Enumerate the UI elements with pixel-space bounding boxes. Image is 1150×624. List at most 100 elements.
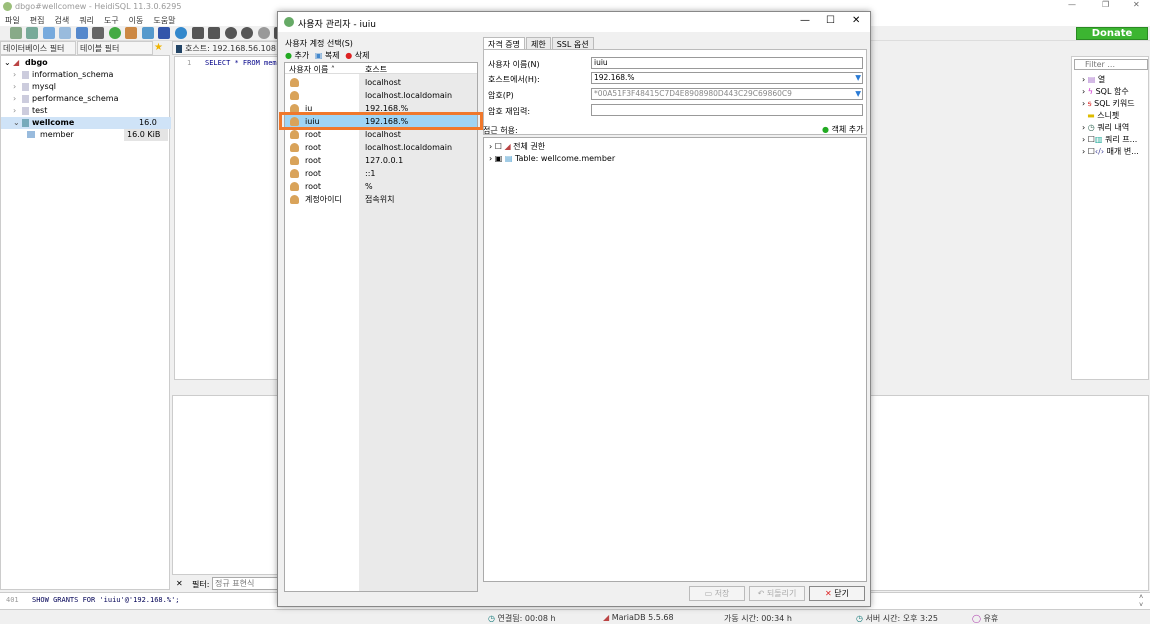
database-icon (22, 95, 29, 103)
dialog-close-icon[interactable]: ✕ (852, 15, 860, 26)
user-row[interactable]: localhost (285, 76, 477, 89)
host-tab[interactable]: 호스트: 192.168.56.108 (172, 41, 280, 55)
menu-file[interactable]: 파일 (0, 13, 25, 26)
helper-sql-functions[interactable]: › ϟ SQL 함수 (1082, 86, 1129, 97)
filter-input[interactable]: 정규 표현식 (212, 577, 278, 590)
user-row[interactable]: 계정아이디 접속위치 (285, 193, 477, 206)
revert-button[interactable]: ↶ 되돌리기 (749, 586, 805, 601)
app-icon (3, 2, 12, 11)
favorite-star-icon[interactable]: ★ (154, 42, 163, 53)
dialog-minimize-icon[interactable]: — (800, 15, 810, 26)
first-icon[interactable] (191, 27, 204, 39)
password-field[interactable]: *00A51F3F48415C7D4E8908980D443C29C69860C… (591, 88, 863, 100)
delete-icon: ● (345, 51, 353, 60)
helper-query-profile[interactable]: › ☐▥ 쿼리 프... (1082, 134, 1137, 145)
user-list[interactable]: 사용자 이름 ˄ 호스트 localhost localhost.localdo… (279, 62, 483, 592)
undo-icon[interactable] (75, 27, 88, 39)
close-filter-icon[interactable]: ✕ (176, 579, 183, 588)
bulk-icon[interactable] (158, 27, 171, 39)
user-row[interactable]: localhost.localdomain (285, 89, 477, 102)
host-icon (176, 44, 182, 53)
refresh-icon[interactable] (108, 27, 121, 39)
helper-sql-keywords[interactable]: › ꟊ SQL 키워드 (1082, 98, 1135, 109)
dialog-maximize-icon[interactable]: ☐ (826, 15, 835, 26)
helper-columns[interactable]: › ▤ 열 (1082, 74, 1105, 85)
menu-goto[interactable]: 이동 (124, 13, 149, 26)
save-button[interactable]: ▭ 저장 (689, 586, 745, 601)
paste-icon[interactable] (59, 27, 72, 39)
privilege-table-member[interactable]: › ▣ ▤ Table: wellcome.member (489, 154, 615, 163)
user-manager-dialog: 사용자 관리자 - iuiu — ☐ ✕ 사용자 계정 선택(S) ● 추가 ▣… (277, 11, 871, 607)
help-icon[interactable] (175, 27, 188, 39)
add-user-button[interactable]: ● 추가 (285, 51, 309, 60)
helper-query-history[interactable]: › ◷ 쿼리 내역 (1082, 122, 1129, 133)
tree-node-dbgo[interactable]: ⌄ ◢ dbgo (1, 57, 171, 69)
menu-help[interactable]: 도움말 (148, 13, 180, 26)
col-host-header[interactable]: 호스트 (365, 64, 387, 75)
chevron-down-icon: ▼ (855, 89, 861, 98)
circle-icon: ◯ (972, 614, 981, 623)
database-tree[interactable]: ⌄ ◢ dbgo › information_schema › mysql › perfo… (0, 55, 171, 590)
delete-user-button[interactable]: ● 삭제 (345, 51, 369, 60)
user-row[interactable]: root 127.0.0.1 (285, 154, 477, 167)
minimize-icon[interactable]: — (1068, 0, 1076, 9)
log-line-text: SHOW GRANTS FOR 'iuiu'@'192.168.%'; (32, 596, 180, 604)
close-button[interactable]: ✕ 닫기 (809, 586, 865, 601)
helper-filter-input[interactable]: Filter ... (1074, 59, 1148, 70)
menu-search[interactable]: 검색 (49, 13, 74, 26)
post-icon[interactable] (257, 27, 270, 39)
print-icon[interactable] (92, 27, 105, 39)
table-filter-tab[interactable]: 테이블 필터 (77, 41, 153, 55)
menu-edit[interactable]: 편집 (25, 13, 50, 26)
helper-snippets[interactable]: ▬ 스니펫 (1082, 110, 1119, 121)
tree-node-performance-schema[interactable]: › performance_schema (1, 93, 171, 105)
user-row[interactable]: root localhost.localdomain (285, 141, 477, 154)
sql-editor[interactable]: 1 SELECT * FROM mem (174, 56, 278, 380)
user-manager-icon[interactable] (125, 27, 138, 39)
tree-node-information-schema[interactable]: › information_schema (1, 69, 171, 81)
connect-icon[interactable] (9, 27, 22, 39)
helper-panel: Filter ... › ▤ 열 › ϟ SQL 함수 › ꟊ SQL 키워드 … (1071, 56, 1149, 380)
restore-icon[interactable]: ❐ (1102, 0, 1109, 9)
log-line-number: 401 (6, 596, 19, 604)
menu-query[interactable]: 쿼리 (74, 13, 99, 26)
code-icon: ‹/› (1094, 147, 1105, 156)
close-icon: ✕ (825, 589, 832, 598)
user-icon (290, 130, 299, 139)
filter-label: 필터: (192, 580, 210, 589)
result-area (172, 395, 278, 575)
username-field[interactable]: iuiu (591, 57, 863, 69)
export-icon[interactable] (141, 27, 154, 39)
password-repeat-field[interactable] (591, 104, 863, 116)
user-icon (290, 182, 299, 191)
user-icon (290, 78, 299, 87)
privileges-tree[interactable]: › ☐ ◢ 전체 권한 › ▣ ▤ Table: wellcome.member (483, 137, 867, 582)
privilege-all[interactable]: › ☐ ◢ 전체 권한 (489, 141, 545, 152)
close-window-icon[interactable]: ✕ (1133, 0, 1140, 9)
add-icon: ● (822, 125, 829, 134)
helper-parameters[interactable]: › ☐‹/› 매개 변... (1082, 146, 1139, 157)
user-icon (290, 91, 299, 100)
from-host-select[interactable]: 192.168.% ▼ (591, 72, 863, 84)
tree-node-member[interactable]: member 16.0 KiB (1, 129, 171, 141)
disconnect-icon[interactable] (26, 27, 39, 39)
folder-icon: ▬ (1087, 111, 1095, 120)
line-number: 1 (187, 59, 192, 67)
tree-node-mysql[interactable]: › mysql (1, 81, 171, 93)
user-row[interactable]: root% (285, 180, 477, 193)
copy-user-button[interactable]: ▣ 복제 (315, 51, 340, 60)
donate-button[interactable]: Donate (1076, 27, 1148, 40)
menu-tools[interactable]: 도구 (99, 13, 124, 26)
user-row[interactable]: root::1 (285, 167, 477, 180)
add-row-icon[interactable] (224, 27, 237, 39)
delete-row-icon[interactable] (241, 27, 254, 39)
prev-icon[interactable] (208, 27, 221, 39)
add-icon: ● (285, 51, 292, 60)
col-user-header[interactable]: 사용자 이름 ˄ (289, 64, 335, 75)
db-filter-tab[interactable]: 데이터베이스 필터 (0, 41, 76, 55)
tree-node-wellcome[interactable]: ⌄wellcome16.0 KiB (1, 117, 171, 139)
add-object-button[interactable]: ● 객체 추가 (822, 124, 864, 135)
tree-node-test[interactable]: › test (1, 105, 171, 117)
status-bar: ◷ 연결됨: 00:08 h ◢ MariaDB 5.5.68 가동 시간: 0… (0, 609, 1150, 623)
copy-icon[interactable] (42, 27, 55, 39)
